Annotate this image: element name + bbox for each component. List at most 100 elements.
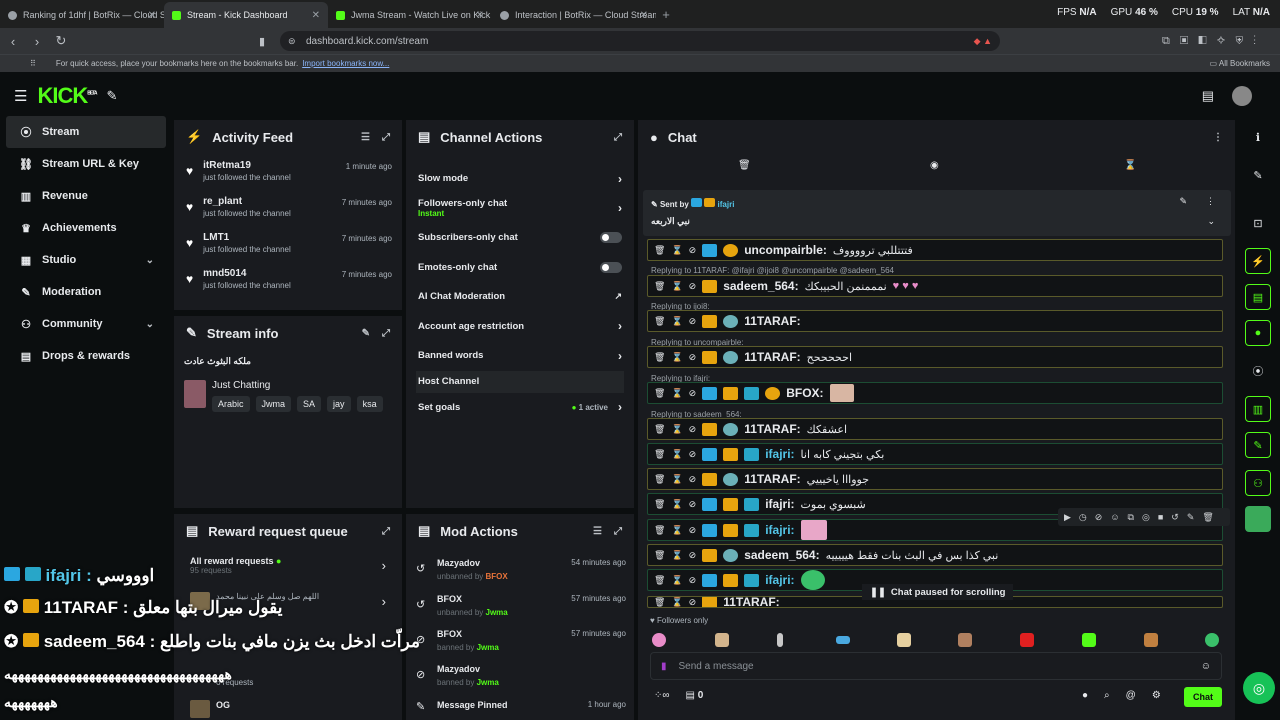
delete-icon[interactable]: 🗑 xyxy=(654,474,665,485)
chevron-right-icon[interactable]: › xyxy=(382,558,386,573)
ban-icon[interactable]: ⊘ xyxy=(689,474,697,485)
close-icon[interactable]: ✕ xyxy=(640,10,648,21)
filter-icon[interactable]: ☰ xyxy=(593,526,602,537)
chat-icon[interactable]: ● xyxy=(1082,690,1088,701)
delete-icon[interactable]: 🗑 xyxy=(654,575,665,586)
tab-ranking[interactable]: Ranking of 1dhf | BotRix — Cloud Str ✕ xyxy=(0,2,164,28)
followers-only-row[interactable]: Followers-only chat Instant › xyxy=(406,194,634,224)
tab-jwma-stream[interactable]: Jwma Stream - Watch Live on Kick ✕ xyxy=(328,2,492,28)
more-icon[interactable]: ⋮ xyxy=(1206,196,1215,207)
host-channel-row[interactable]: Host Channel xyxy=(416,370,624,393)
popout-icon[interactable]: ⤢ xyxy=(382,132,390,143)
menu-icon[interactable]: ☰ xyxy=(14,87,27,105)
emoji-icon[interactable]: ☺ xyxy=(1201,661,1211,672)
pin-icon[interactable]: ✎ xyxy=(106,88,117,104)
chat-paused-indicator[interactable]: ❚❚ Chat paused for scrolling xyxy=(862,584,1014,600)
popout-icon[interactable]: ⤢ xyxy=(382,328,390,339)
emote-item[interactable] xyxy=(715,633,729,647)
sidebar-item-stream[interactable]: ⦿ Stream xyxy=(6,116,166,148)
account-age-row[interactable]: Account age restriction › xyxy=(406,312,634,342)
lightning-icon[interactable]: ⚡ xyxy=(1245,248,1271,274)
send-chat-button[interactable]: Chat xyxy=(1184,687,1222,707)
forward-icon[interactable]: › xyxy=(26,34,48,49)
ai-moderation-row[interactable]: AI Chat Moderation ↗ xyxy=(406,282,634,312)
emote-item[interactable] xyxy=(958,633,972,647)
play-icon[interactable]: ▶ xyxy=(1064,512,1071,523)
gear-icon[interactable]: ⚙ xyxy=(1152,690,1161,701)
unpin-icon[interactable]: ✎ xyxy=(1179,196,1187,207)
copy-icon[interactable]: ⧉ xyxy=(1128,512,1134,523)
emotes-only-toggle[interactable] xyxy=(600,261,622,273)
subscribers-only-toggle[interactable] xyxy=(600,232,622,244)
popout-icon[interactable]: ⤢ xyxy=(614,526,622,537)
chat-icon[interactable]: ◎ xyxy=(1142,512,1150,523)
sidebar-item-achievements[interactable]: ♛ Achievements xyxy=(6,212,166,244)
chat-message[interactable]: 🗑 ⌛ ⊘ 11TARAF: احححححح xyxy=(647,346,1223,368)
search-icon[interactable]: ⌕ xyxy=(1104,690,1110,701)
timeout-icon[interactable]: ⌛ xyxy=(671,474,682,485)
emote-item[interactable] xyxy=(836,636,850,644)
filter-icon[interactable]: ☰ xyxy=(361,132,370,143)
wrench-icon[interactable]: ✎ xyxy=(1245,432,1271,458)
hourglass-icon[interactable]: ⌛ xyxy=(1124,160,1136,171)
close-icon[interactable]: ✕ xyxy=(312,10,320,21)
delete-icon[interactable]: 🗑 xyxy=(654,424,665,435)
timeout-icon[interactable]: ⌛ xyxy=(671,597,682,607)
url-field[interactable]: ⊜ dashboard.kick.com/stream ◆ ▲ xyxy=(280,31,1000,51)
close-icon[interactable]: ✕ xyxy=(148,10,156,21)
chat-message[interactable]: 🗑 ⌛ ⊘ BFOX: xyxy=(647,382,1223,404)
sidebar-item-revenue[interactable]: ▥ Revenue xyxy=(6,180,166,212)
sidebar-item-studio[interactable]: ▦ Studio ⌄ xyxy=(6,244,166,276)
all-rewards-item[interactable]: All reward requests ● 95 requests xyxy=(190,556,281,575)
slash-icon[interactable]: ⊘ xyxy=(1095,512,1103,523)
ban-icon[interactable]: ⊘ xyxy=(689,499,697,510)
delete-icon[interactable]: 🗑 xyxy=(654,388,665,399)
ban-icon[interactable]: ⊘ xyxy=(689,352,697,363)
more-icon[interactable]: ⋮ xyxy=(1213,132,1223,143)
slow-mode-row[interactable]: Slow mode › xyxy=(406,164,634,194)
ban-icon[interactable]: ⊘ xyxy=(689,316,697,327)
timeout-icon[interactable]: ⌛ xyxy=(671,316,682,327)
sidebar-item-community[interactable]: ⚇ Community ⌄ xyxy=(6,308,166,340)
delete-icon[interactable]: 🗑 xyxy=(654,316,665,327)
emote-item[interactable] xyxy=(1020,633,1034,647)
tab-interaction[interactable]: Interaction | BotRix — Cloud Stream ✕ xyxy=(492,2,656,28)
support-icon[interactable]: ◎ xyxy=(1243,672,1275,704)
delete-icon[interactable]: 🗑 xyxy=(654,281,665,292)
delete-icon[interactable]: 🗑 xyxy=(654,245,665,256)
timeout-icon[interactable]: ⌛ xyxy=(671,352,682,363)
import-bookmarks-link[interactable]: Import bookmarks now... xyxy=(302,59,389,68)
emote-item[interactable] xyxy=(1144,633,1158,647)
chat-message[interactable]: 🗑 ⌛ ⊘ ifajri: بكي بتجيني كابه انا xyxy=(647,443,1223,465)
screenshot-icon[interactable]: ⊡ xyxy=(1245,210,1271,236)
delete-icon[interactable]: 🗑 xyxy=(654,525,665,536)
chat-message[interactable]: 🗑 ⌛ ⊘ uncompairble: فتتتللبي ترووووف xyxy=(647,239,1223,261)
clock-icon[interactable]: ◷ xyxy=(1079,512,1087,523)
reload-icon[interactable]: ↻ xyxy=(50,33,72,49)
chevron-right-icon[interactable]: › xyxy=(382,594,386,609)
edit-icon[interactable]: ✎ xyxy=(1245,162,1271,188)
chat-icon[interactable]: ● xyxy=(1245,320,1271,346)
people-icon[interactable]: ⚇ xyxy=(1245,470,1271,496)
ban-icon[interactable]: ⊘ xyxy=(689,597,697,607)
ban-icon[interactable]: ⊘ xyxy=(689,449,697,460)
kick-logo[interactable]: KICKBETA xyxy=(37,83,97,109)
delete-icon[interactable]: 🗑 xyxy=(654,550,665,561)
undo-icon[interactable]: ↺ xyxy=(1171,512,1179,523)
emote-heart[interactable] xyxy=(652,633,666,647)
chat-input[interactable]: ▮ Send a message ☺ xyxy=(650,652,1222,680)
tab-kick-dashboard[interactable]: Stream - Kick Dashboard ✕ xyxy=(164,2,328,28)
emote-item[interactable] xyxy=(1082,633,1096,647)
new-tab-button[interactable]: + xyxy=(656,2,676,28)
popout-icon[interactable]: ⤢ xyxy=(614,132,622,143)
ban-icon[interactable]: ⊘ xyxy=(689,424,697,435)
sidebar-item-drops-rewards[interactable]: ▤ Drops & rewards xyxy=(6,340,166,372)
trash-icon[interactable]: 🗑 xyxy=(738,160,751,171)
timeout-icon[interactable]: ⌛ xyxy=(671,499,682,510)
back-icon[interactable]: ‹ xyxy=(2,34,24,49)
site-info-icon[interactable]: ⊜ xyxy=(288,36,296,47)
emote-item[interactable] xyxy=(1205,633,1219,647)
emote-item[interactable] xyxy=(897,633,911,647)
ban-icon[interactable]: ⊘ xyxy=(689,388,697,399)
chat-message[interactable]: 🗑 ⌛ ⊘ sadeem_564: نمممنمن الحبيبكك ♥ ♥ ♥ xyxy=(647,275,1223,297)
